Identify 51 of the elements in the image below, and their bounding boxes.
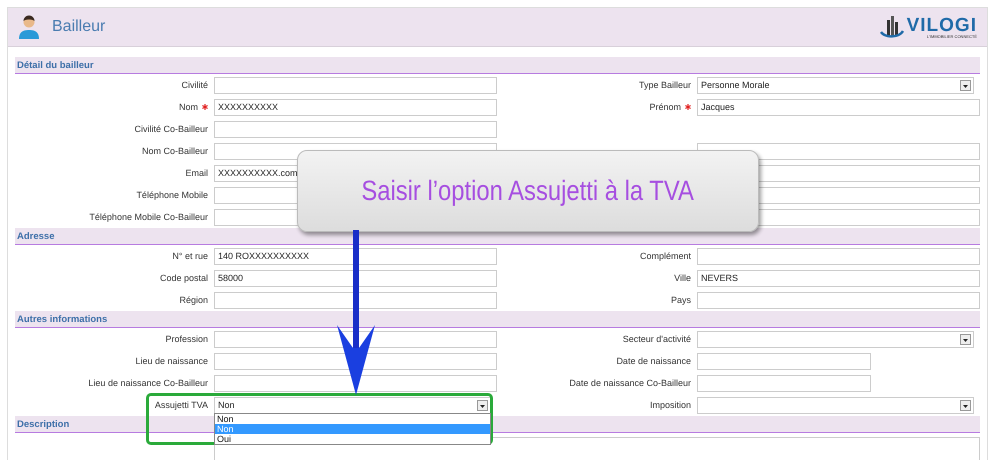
page-title: Bailleur xyxy=(52,18,106,36)
section-title: Adresse xyxy=(17,230,54,242)
logo-text: VILOGI xyxy=(906,16,977,34)
field-label: Ville xyxy=(674,273,691,283)
dropdown-option[interactable]: Oui xyxy=(215,434,490,444)
field-label: Assujetti TVA xyxy=(154,400,208,410)
text-field[interactable]: 58000 xyxy=(214,270,497,286)
section-title: Détail du bailleur xyxy=(17,60,94,70)
field-label: Type Bailleur xyxy=(638,80,691,90)
text-field[interactable] xyxy=(214,330,497,348)
text-field[interactable] xyxy=(214,76,497,94)
field-label: Complément xyxy=(640,251,691,261)
field-label: Code postal xyxy=(160,273,208,283)
field-label: Prénom xyxy=(649,102,681,112)
text-field[interactable] xyxy=(214,374,497,392)
text-field[interactable] xyxy=(697,292,980,308)
field-label: Région xyxy=(179,295,208,305)
date-field[interactable] xyxy=(697,374,871,392)
field-label: Nom xyxy=(178,102,198,112)
field-label: Pays xyxy=(670,295,691,305)
field-label: Téléphone Mobile Co-Bailleur xyxy=(89,212,208,222)
field-label: Civilité Co-Bailleur xyxy=(134,124,208,134)
text-field[interactable] xyxy=(214,292,497,308)
field-label: Date de naissance Co-Bailleur xyxy=(569,378,691,388)
select-field[interactable]: Personne Morale xyxy=(697,76,974,94)
field-label: Email xyxy=(185,168,208,178)
section-title: Description xyxy=(17,418,70,430)
text-field[interactable] xyxy=(214,120,497,138)
text-field[interactable]: 140 ROXXXXXXXXXX xyxy=(214,248,497,264)
user-icon xyxy=(18,15,40,39)
callout-text: Saisir l’option Assujetti à la TVA xyxy=(362,175,694,207)
field-label: Imposition xyxy=(650,400,691,410)
text-field[interactable] xyxy=(214,352,497,370)
date-field[interactable] xyxy=(697,352,871,370)
select-field[interactable] xyxy=(697,396,974,414)
field-label: Nom Co-Bailleur xyxy=(142,146,208,156)
text-field[interactable]: NEVERS xyxy=(697,270,980,286)
field-label: Date de naissance xyxy=(616,356,691,366)
select-field[interactable] xyxy=(697,330,974,348)
text-field[interactable]: Jacques xyxy=(697,98,980,116)
text-field[interactable] xyxy=(697,248,980,264)
field-label: Lieu de naissance Co-Bailleur xyxy=(88,378,208,388)
text-field[interactable]: XXXXXXXXXX xyxy=(214,98,497,116)
field-label: Profession xyxy=(165,334,208,344)
section-title: Autres informations xyxy=(17,314,108,324)
field-label: Civilité xyxy=(181,80,208,90)
field-label: Téléphone Mobile xyxy=(136,190,208,200)
field-label: N° et rue xyxy=(172,251,208,261)
field-label: Secteur d'activité xyxy=(622,334,691,344)
building-logo-icon xyxy=(878,14,905,40)
field-label: Lieu de naissance xyxy=(135,356,208,366)
